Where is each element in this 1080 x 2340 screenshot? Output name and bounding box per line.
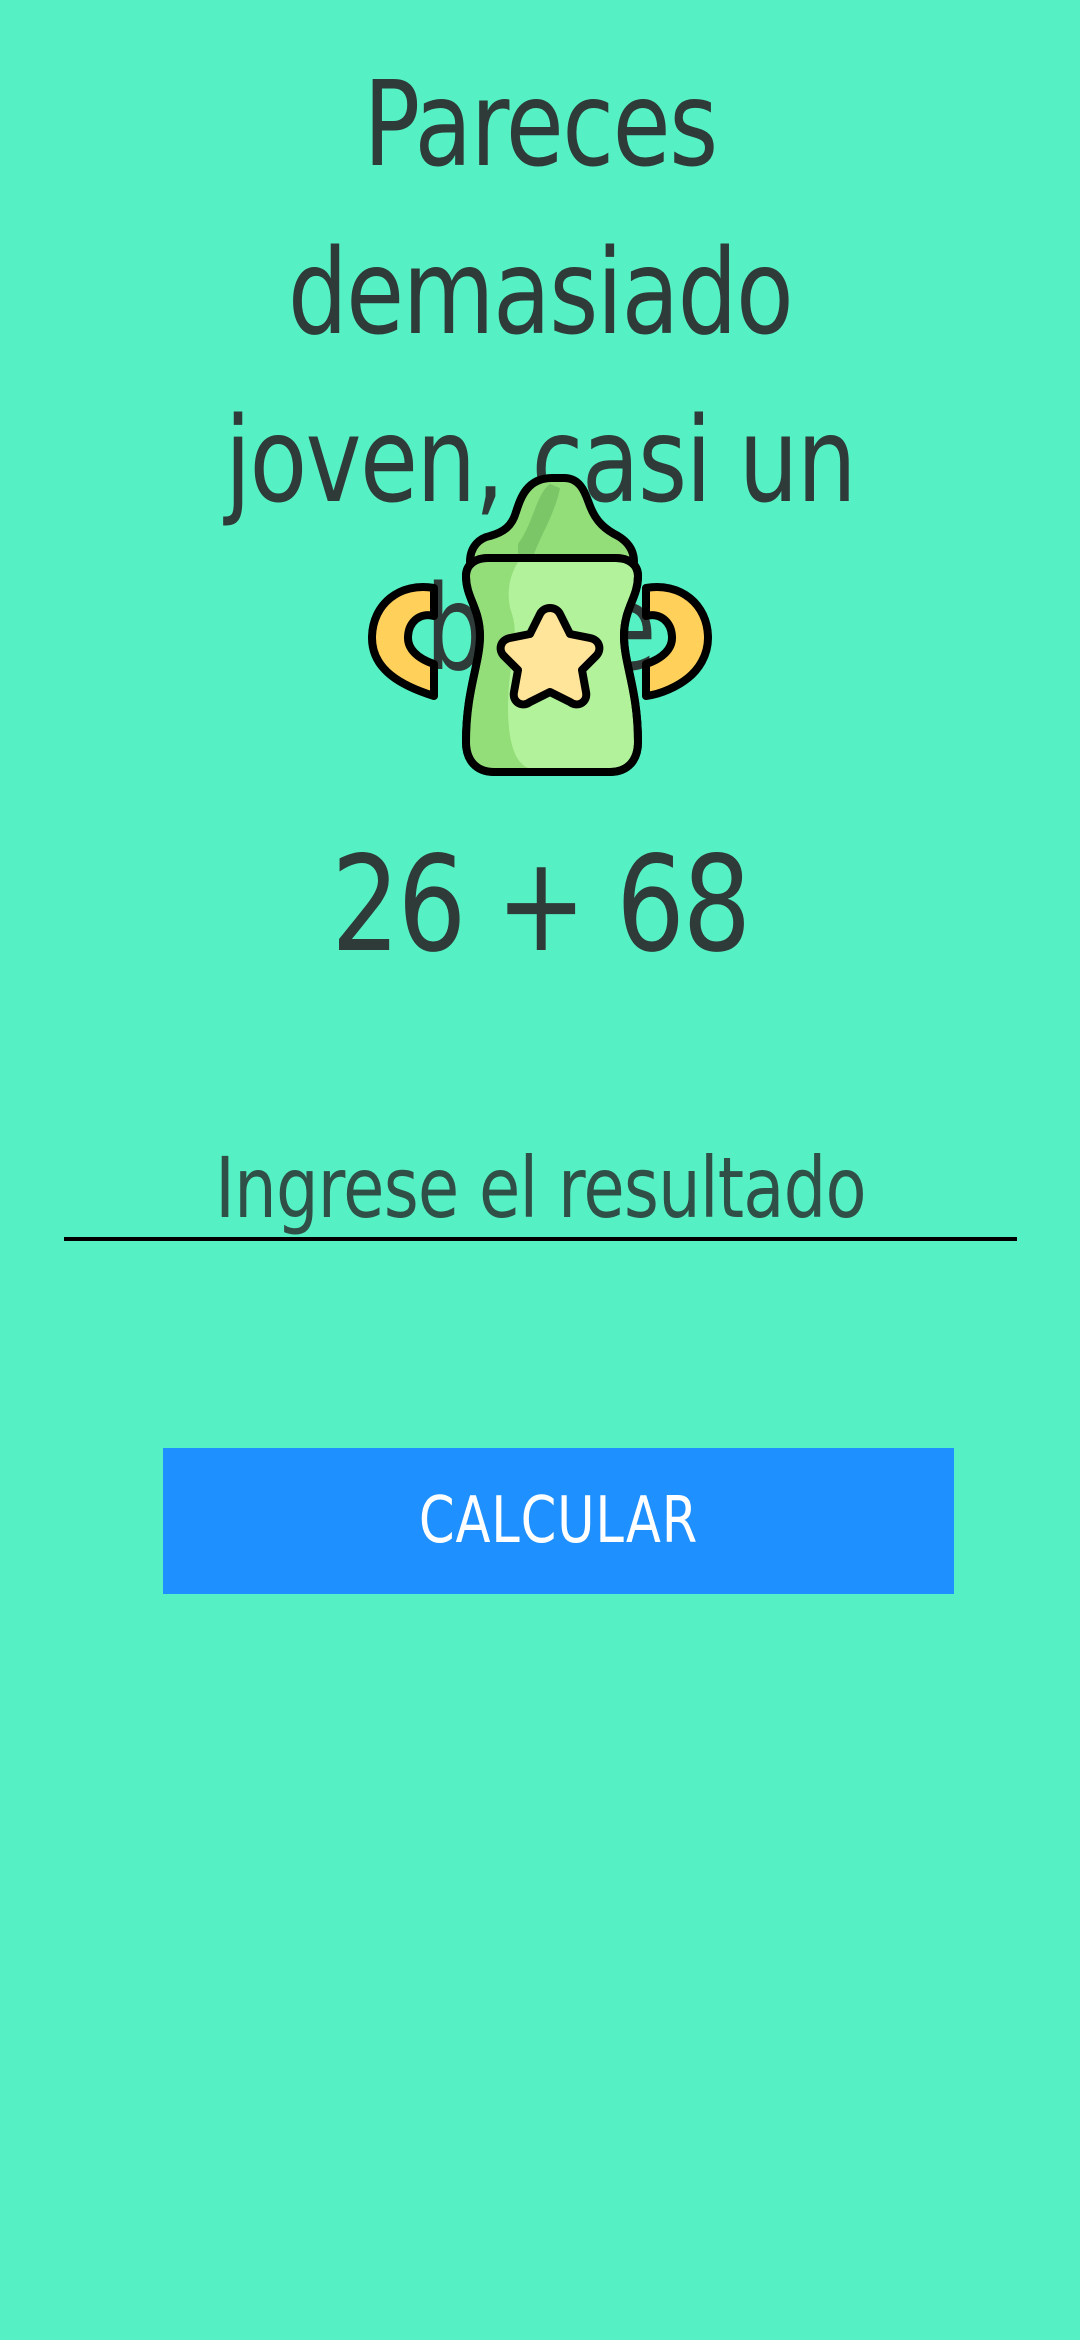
math-equation: 26 + 68 <box>331 828 751 982</box>
answer-input[interactable] <box>64 1135 1017 1241</box>
title-line-1: Pareces demasiado <box>287 55 794 361</box>
baby-bottle-icon <box>368 474 712 776</box>
calculate-button-label: CALCULAR <box>418 1484 699 1558</box>
calculate-button[interactable]: CALCULAR <box>163 1448 954 1594</box>
